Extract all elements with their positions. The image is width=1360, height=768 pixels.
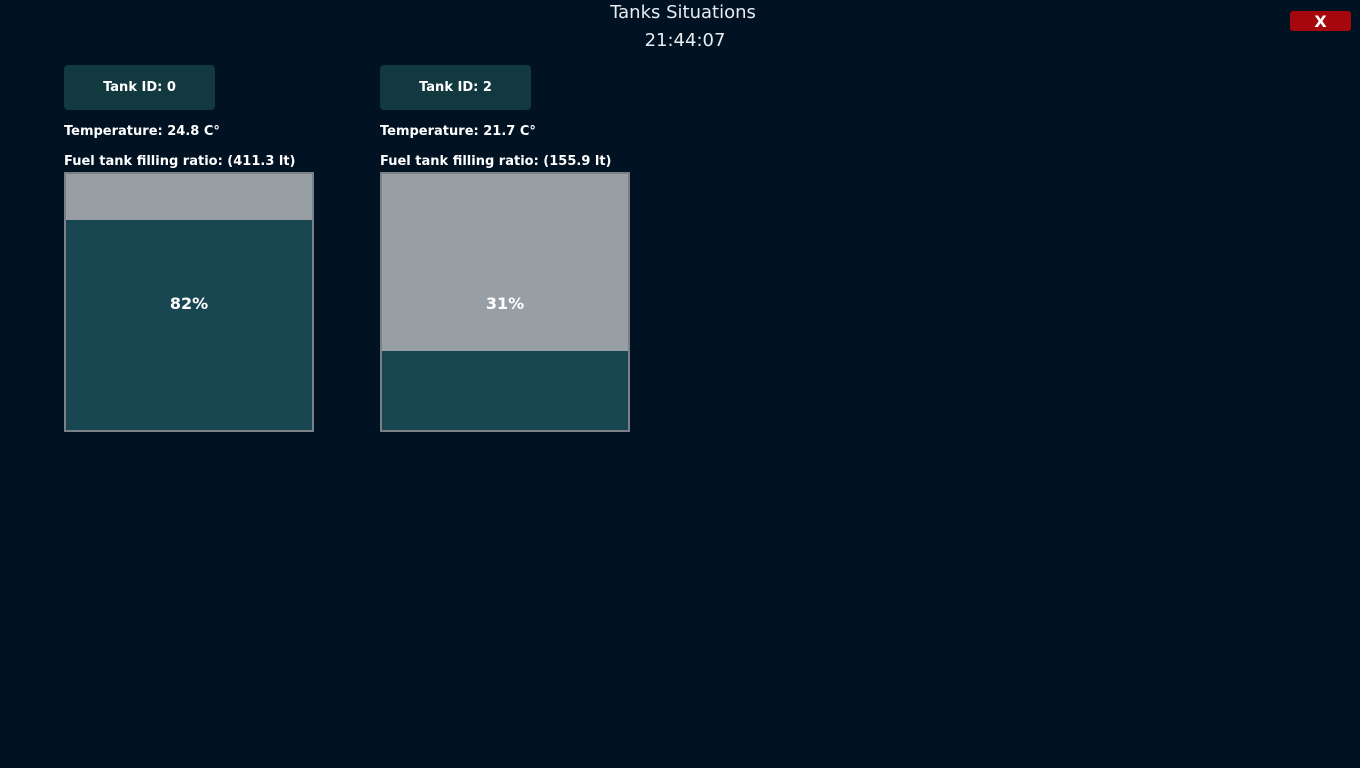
tank-fill-percent: 31% bbox=[485, 293, 525, 313]
tank-fill-percent: 82% bbox=[169, 293, 209, 313]
tank-temperature: Temperature: 21.7 C° bbox=[380, 124, 536, 139]
tank-panel-2: Tank ID: 2 Temperature: 21.7 C° Fuel tan… bbox=[380, 65, 630, 432]
close-button[interactable]: X bbox=[1290, 11, 1351, 31]
tank-id-button[interactable]: Tank ID: 2 bbox=[380, 65, 531, 110]
tanks-page: Tanks Situations 21:44:07 X Tank ID: 0 T… bbox=[0, 0, 1360, 768]
tank-fuel-ratio: Fuel tank filling ratio: (155.9 lt) bbox=[380, 154, 612, 169]
tank-temperature: Temperature: 24.8 C° bbox=[64, 124, 220, 139]
clock: 21:44:07 bbox=[644, 30, 726, 51]
tank-fuel-ratio: Fuel tank filling ratio: (411.3 lt) bbox=[64, 154, 296, 169]
tank-panel-0: Tank ID: 0 Temperature: 24.8 C° Fuel tan… bbox=[64, 65, 314, 432]
tank-fill-gauge: 82% bbox=[64, 172, 314, 432]
page-title: Tanks Situations bbox=[610, 2, 756, 23]
tank-fill-gauge: 31% bbox=[380, 172, 630, 432]
tank-id-button[interactable]: Tank ID: 0 bbox=[64, 65, 215, 110]
